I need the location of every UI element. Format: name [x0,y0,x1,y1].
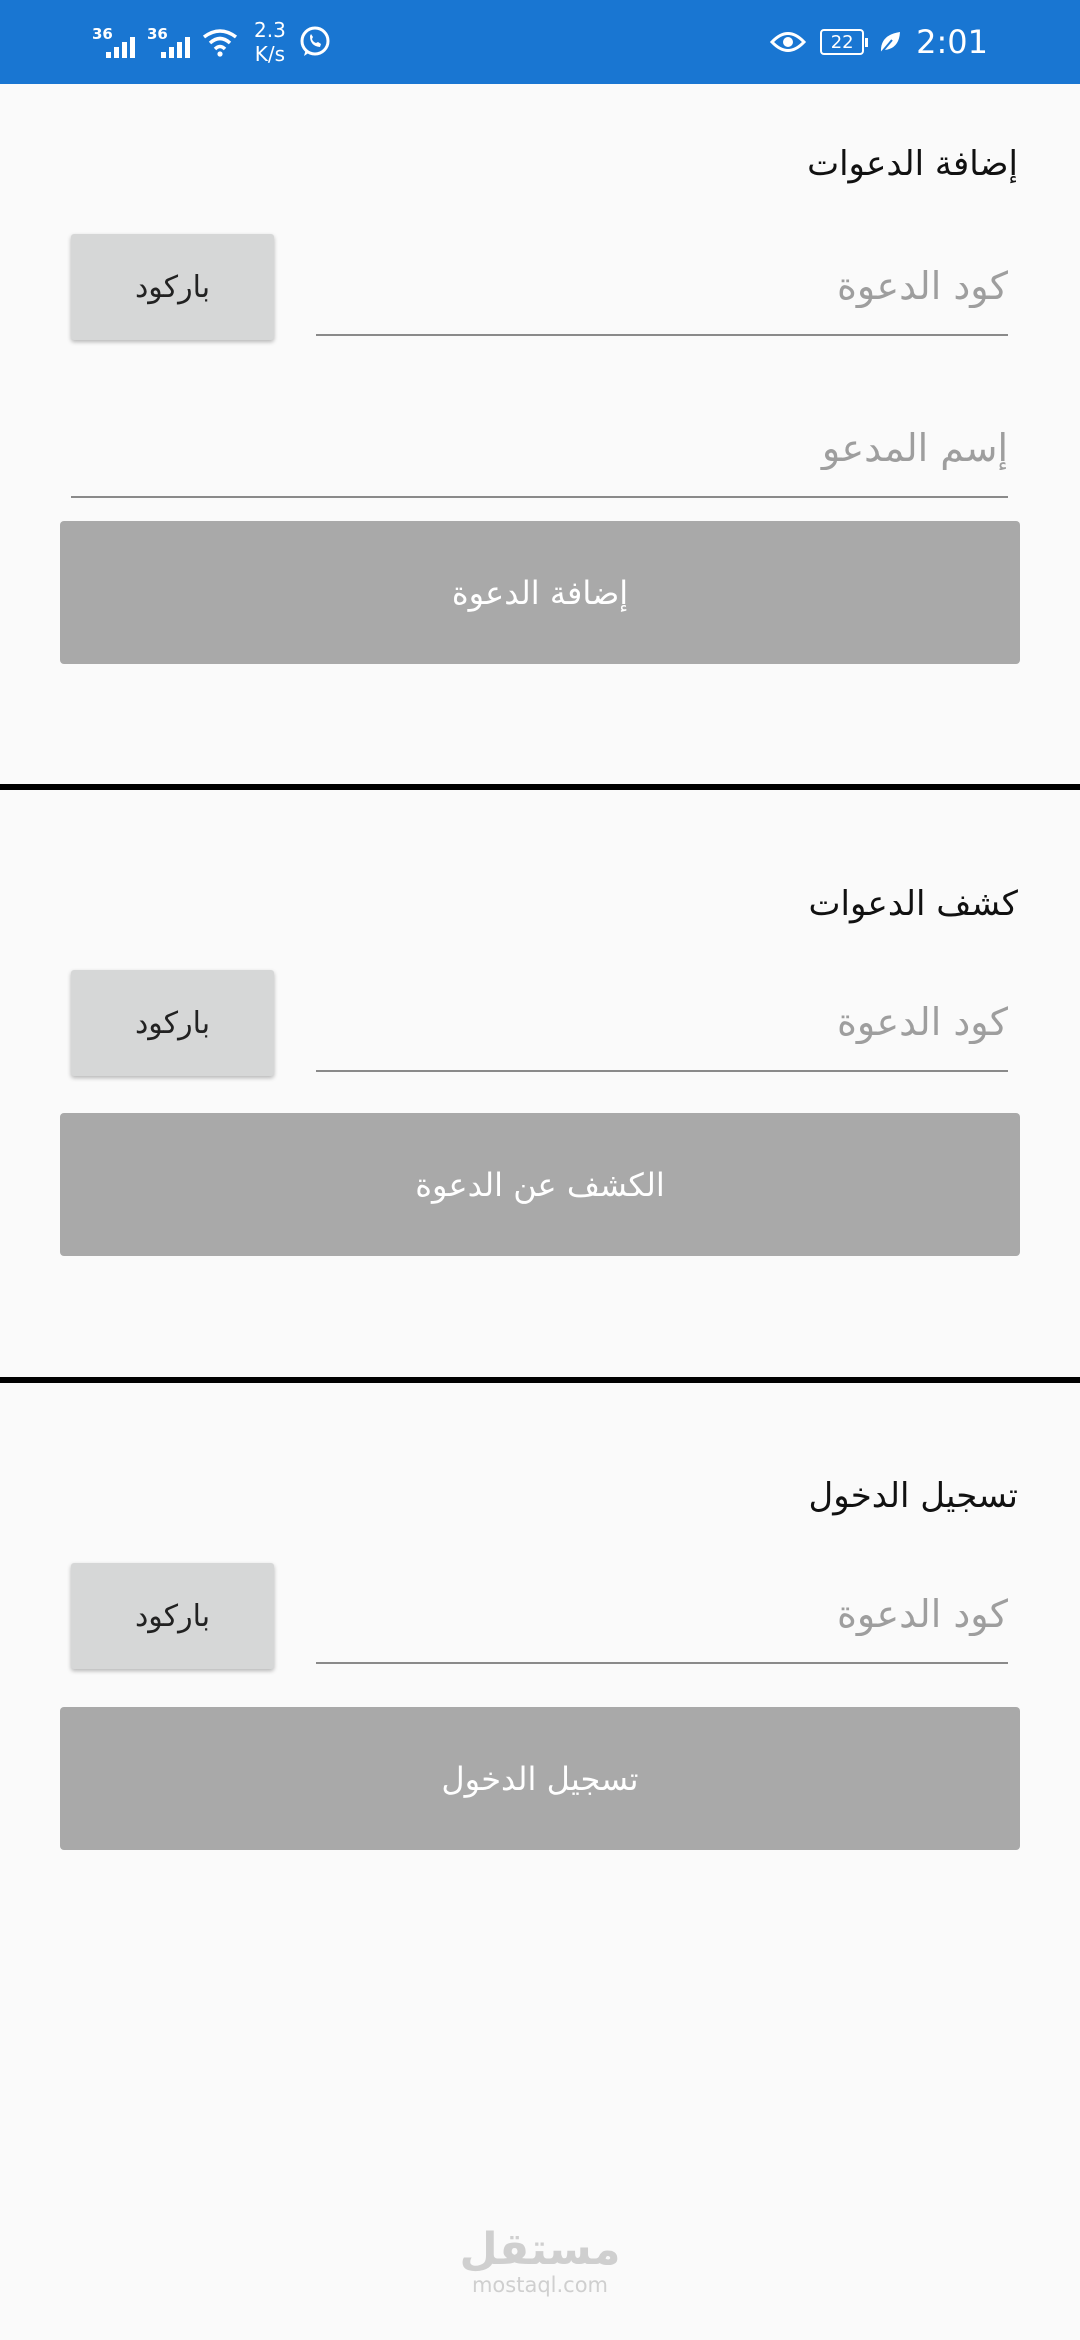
login-section: تسجيل الدخول باركود تسجيل الدخول [0,1383,1080,1983]
section-title: إضافة الدعوات [807,144,1018,184]
clock: 2:01 [916,23,988,61]
network-type-label-2: 36 [147,24,168,43]
battery-level: 22 [830,31,854,53]
network-speed: 2.3 K/s [254,18,286,66]
search-invitation-button[interactable]: الكشف عن الدعوة [60,1113,1020,1256]
speed-value: 2.3 [254,18,286,42]
speed-unit: K/s [254,42,286,66]
invitation-code-input[interactable] [316,974,1008,1070]
section-title: تسجيل الدخول [808,1476,1019,1516]
eye-comfort-icon [770,32,807,52]
status-bar-left: 36 36 2.3 K/s [92,0,332,84]
battery-icon: 22 [820,29,869,55]
invitation-code-input[interactable] [316,238,1008,334]
wifi-icon [202,29,238,57]
leaf-icon [880,32,901,54]
add-invitations-section: إضافة الدعوات باركود إضافة الدعوة [0,84,1080,784]
signal-icon: 36 [92,24,135,58]
section-title: كشف الدعوات [808,884,1018,924]
invitation-code-input[interactable] [316,1566,1008,1662]
invitation-code-field[interactable] [316,1566,1008,1664]
barcode-button[interactable]: باركود [71,234,274,340]
invitee-name-input[interactable] [71,400,1008,496]
barcode-button[interactable]: باركود [71,1563,274,1669]
search-invitations-section: كشف الدعوات باركود الكشف عن الدعوة [0,790,1080,1377]
network-type-label: 36 [92,24,113,43]
add-invitation-button[interactable]: إضافة الدعوة [60,521,1020,664]
watermark-arabic: مستقل [459,2224,621,2275]
login-button[interactable]: تسجيل الدخول [60,1707,1020,1850]
watermark-latin: mostaql.com [471,2273,609,2297]
barcode-button[interactable]: باركود [71,970,274,1076]
status-bar: 36 36 2.3 K/s 22 2:01 [0,0,1080,84]
invitation-code-field[interactable] [316,238,1008,336]
whatsapp-icon [300,26,330,56]
signal-icon-2: 36 [147,24,190,58]
invitee-name-field[interactable] [71,400,1008,498]
invitation-code-field[interactable] [316,974,1008,1072]
status-bar-right: 22 2:01 [770,0,988,84]
watermark-logo: مستقل mostaql.com [0,2228,1080,2298]
